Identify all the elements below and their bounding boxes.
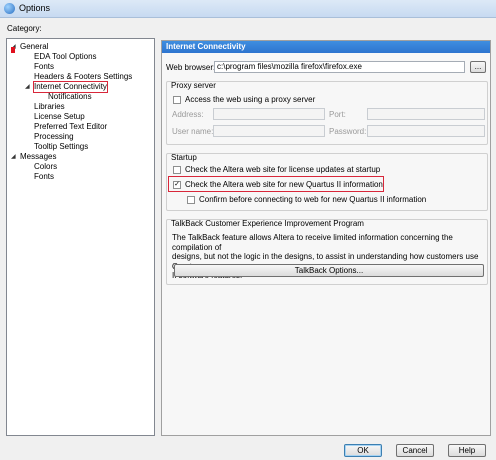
port-input[interactable]	[367, 108, 485, 120]
talkback-group-title: TalkBack Customer Experience Improvement…	[171, 219, 364, 228]
tree-item-processing[interactable]: Processing	[34, 132, 74, 142]
tree-item-general[interactable]: General	[20, 42, 48, 52]
window-title: Options	[19, 3, 51, 13]
browse-button[interactable]: ...	[470, 61, 486, 73]
settings-panel: Internet Connectivity Web browser: c:\pr…	[161, 40, 491, 436]
tree-item-colors[interactable]: Colors	[34, 162, 57, 172]
help-button[interactable]: Help	[448, 444, 486, 457]
address-label: Address:	[172, 110, 204, 119]
proxy-group-title: Proxy server	[171, 81, 216, 90]
startup-group-title: Startup	[171, 153, 197, 162]
panel-header: Internet Connectivity	[162, 41, 490, 53]
tree-item-internet-connectivity[interactable]: Internet Connectivity	[33, 81, 108, 93]
web-browser-input[interactable]: c:\program files\mozilla firefox\firefox…	[214, 61, 465, 73]
proxy-group: Proxy server Access the web using a prox…	[166, 81, 488, 145]
web-browser-label: Web browser:	[166, 63, 216, 72]
tree-item-license-setup[interactable]: License Setup	[34, 112, 85, 122]
user-name-label: User name:	[172, 127, 214, 136]
confirm-connect-label[interactable]: Confirm before connecting to web for new…	[199, 195, 426, 204]
tree-item-eda-tool-options[interactable]: EDA Tool Options	[34, 52, 97, 62]
category-label: Category:	[7, 24, 42, 33]
tree-item-notifications[interactable]: Notifications	[48, 92, 92, 102]
app-icon	[4, 3, 15, 14]
expand-arrow-icon[interactable]: ◢	[25, 83, 30, 90]
address-input[interactable]	[213, 108, 325, 120]
title-bar: Options	[0, 0, 496, 18]
tree-item-preferred-text-editor[interactable]: Preferred Text Editor	[34, 122, 107, 132]
license-updates-label[interactable]: Check the Altera web site for license up…	[185, 165, 380, 174]
tree-item-headers-footers[interactable]: Headers & Footers Settings	[34, 72, 132, 82]
confirm-connect-checkbox[interactable]	[187, 196, 195, 204]
talkback-group: TalkBack Customer Experience Improvement…	[166, 219, 488, 285]
password-input[interactable]	[367, 125, 485, 137]
user-name-input[interactable]	[213, 125, 325, 137]
password-label: Password:	[329, 127, 367, 136]
proxy-checkbox-label[interactable]: Access the web using a proxy server	[185, 95, 315, 104]
tree-item-messages[interactable]: Messages	[20, 152, 56, 162]
talkback-options-button[interactable]: TalkBack Options...	[174, 264, 484, 277]
category-tree[interactable]: ◢ General EDA Tool Options Fonts Headers…	[6, 38, 155, 436]
port-label: Port:	[329, 110, 346, 119]
tree-item-message-fonts[interactable]: Fonts	[34, 172, 54, 182]
tree-item-tooltip-settings[interactable]: Tooltip Settings	[34, 142, 88, 152]
proxy-checkbox[interactable]	[173, 96, 181, 104]
tree-item-fonts[interactable]: Fonts	[34, 62, 54, 72]
ok-button[interactable]: OK	[344, 444, 382, 457]
tree-item-libraries[interactable]: Libraries	[34, 102, 65, 112]
annotation-highlight	[168, 176, 384, 192]
expand-arrow-icon[interactable]: ◢	[11, 153, 16, 160]
license-updates-checkbox[interactable]	[173, 166, 181, 174]
selection-marker	[11, 47, 15, 53]
cancel-button[interactable]: Cancel	[396, 444, 434, 457]
